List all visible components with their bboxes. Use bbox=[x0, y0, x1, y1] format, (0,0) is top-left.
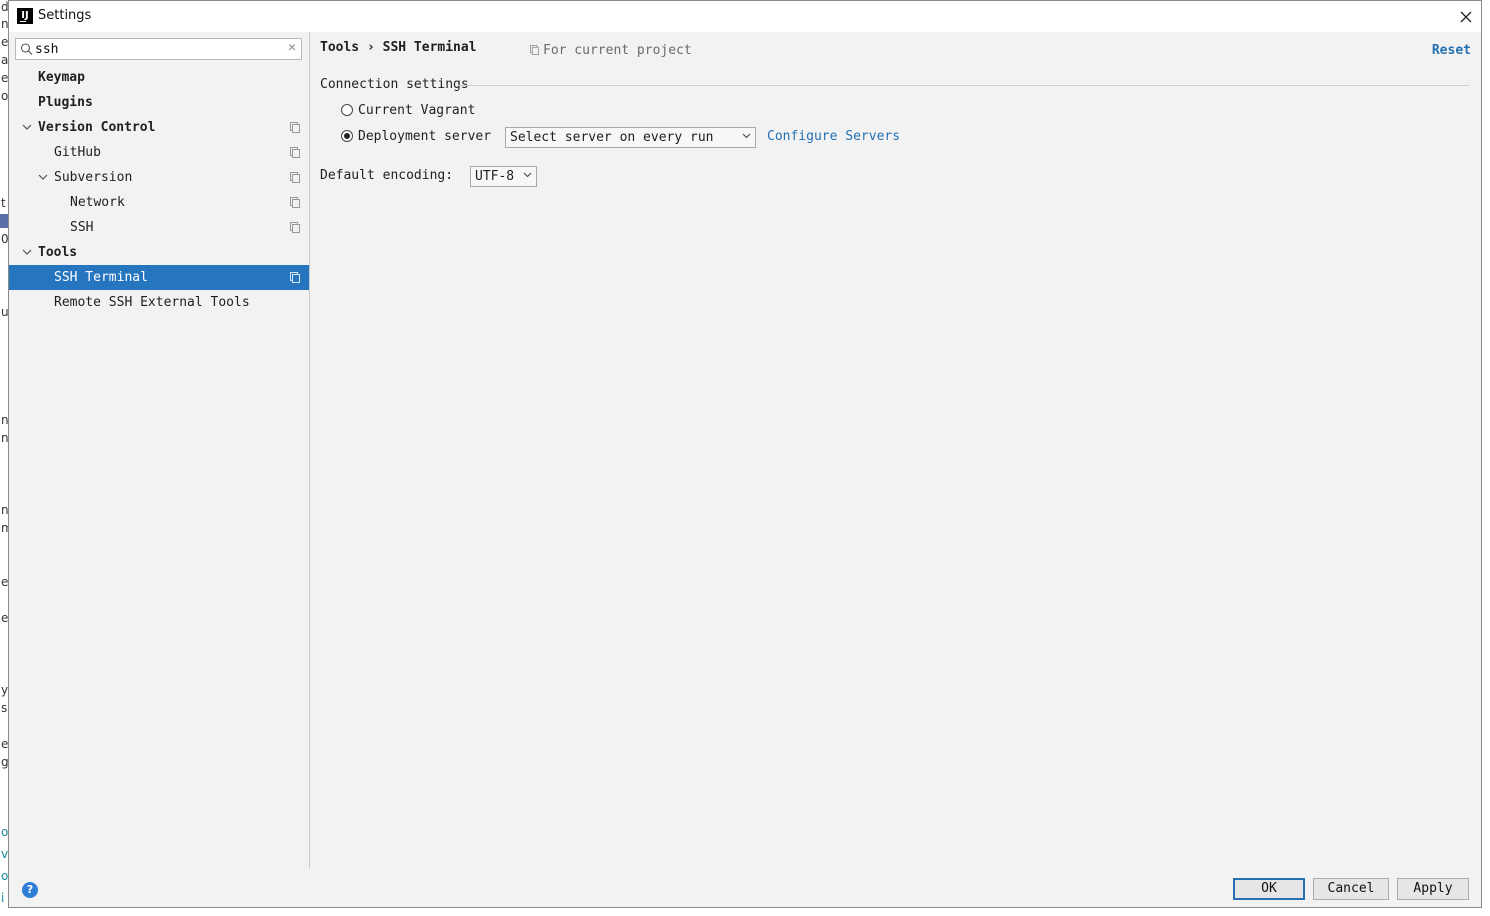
bg-char: g bbox=[1, 755, 8, 769]
dialog-footer: ? OK Cancel Apply bbox=[9, 868, 1481, 907]
bg-char: s bbox=[1, 701, 8, 715]
tree-item-label: SSH Terminal bbox=[54, 270, 148, 285]
tree-item-label: Tools bbox=[38, 245, 78, 260]
tree-item-tools[interactable]: Tools bbox=[9, 240, 309, 265]
server-select-value: Select server on every run bbox=[510, 130, 714, 145]
cancel-button[interactable]: Cancel bbox=[1313, 878, 1389, 900]
bg-char: i bbox=[1, 891, 5, 905]
bg-char: n bbox=[1, 503, 8, 517]
tree-item-label: SSH bbox=[70, 220, 94, 235]
bg-char: e bbox=[1, 71, 8, 85]
bg-highlight bbox=[0, 214, 8, 228]
page-breadcrumb: Tools › SSH Terminal bbox=[320, 40, 477, 55]
radio-label: Deployment server bbox=[358, 129, 492, 144]
tree-item-subversion[interactable]: Subversion bbox=[9, 165, 309, 190]
tree-item-label: Subversion bbox=[54, 170, 133, 185]
close-button[interactable] bbox=[1451, 1, 1481, 32]
project-scope-icon bbox=[290, 122, 300, 133]
bg-char: v bbox=[1, 847, 8, 861]
bg-char: t bbox=[1, 196, 6, 210]
window-title: Settings bbox=[38, 8, 92, 23]
reset-link[interactable]: Reset bbox=[1432, 43, 1471, 58]
scope-label: For current project bbox=[543, 43, 692, 58]
tree-item-remote-ssh-external-tools[interactable]: Remote SSH External Tools bbox=[9, 290, 309, 315]
connection-settings-title: Connection settings bbox=[320, 77, 469, 92]
tree-item-label: Keymap bbox=[38, 70, 85, 85]
bg-char: y bbox=[1, 683, 8, 697]
chevron-down-icon bbox=[523, 172, 532, 178]
title-bar: IJ Settings bbox=[9, 1, 1481, 32]
bg-char: a bbox=[1, 53, 8, 67]
apply-button[interactable]: Apply bbox=[1397, 878, 1469, 900]
scope-indicator: For current project bbox=[530, 43, 692, 58]
bg-char: d bbox=[1, 0, 8, 14]
tree-item-keymap[interactable]: Keymap bbox=[9, 65, 309, 90]
radio-label: Current Vagrant bbox=[358, 103, 476, 118]
bg-char: m bbox=[1, 521, 8, 535]
project-scope-icon bbox=[290, 272, 300, 283]
search-input[interactable] bbox=[35, 40, 275, 58]
tree-item-label: Network bbox=[70, 195, 125, 210]
intellij-app-icon: IJ bbox=[17, 8, 33, 24]
section-divider bbox=[458, 85, 1469, 86]
tree-item-label: GitHub bbox=[54, 145, 101, 160]
chevron-down-icon[interactable] bbox=[37, 165, 49, 190]
chevron-down-icon[interactable] bbox=[21, 115, 33, 140]
close-icon bbox=[1460, 11, 1472, 23]
tree-item-ssh[interactable]: SSH bbox=[9, 215, 309, 240]
tree-item-label: Plugins bbox=[38, 95, 93, 110]
bg-char: e bbox=[1, 575, 8, 589]
settings-dialog: IJ Settings ✕ Keymap Plugins Version Con… bbox=[8, 0, 1482, 908]
help-icon[interactable]: ? bbox=[22, 882, 38, 898]
project-scope-icon bbox=[290, 222, 300, 233]
settings-tree-panel: ✕ Keymap Plugins Version Control GitHub … bbox=[9, 32, 310, 868]
bg-char: e bbox=[1, 737, 8, 751]
ok-button[interactable]: OK bbox=[1233, 878, 1305, 900]
bg-char: e bbox=[1, 35, 8, 49]
project-scope-icon bbox=[290, 172, 300, 183]
tree-item-plugins[interactable]: Plugins bbox=[9, 90, 309, 115]
search-field[interactable]: ✕ bbox=[15, 38, 302, 60]
tree-item-label: Remote SSH External Tools bbox=[54, 295, 250, 310]
encoding-value: UTF-8 bbox=[475, 169, 515, 184]
configure-servers-link[interactable]: Configure Servers bbox=[767, 129, 900, 144]
background-editor-strip: d n e a e o t 0 u n n n m e e y s e g o … bbox=[0, 0, 8, 916]
bg-char: o bbox=[1, 825, 8, 839]
chevron-down-icon bbox=[742, 133, 751, 139]
encoding-select-dropdown[interactable]: UTF-8 bbox=[470, 166, 537, 187]
project-scope-icon bbox=[290, 147, 300, 158]
radio-button[interactable] bbox=[341, 130, 353, 142]
radio-button[interactable] bbox=[341, 104, 353, 116]
tree-item-github[interactable]: GitHub bbox=[9, 140, 309, 165]
tree-item-version-control[interactable]: Version Control bbox=[9, 115, 309, 140]
chevron-down-icon[interactable] bbox=[21, 240, 33, 265]
server-select-dropdown[interactable]: Select server on every run bbox=[505, 127, 756, 148]
settings-content-panel: Tools › SSH Terminal For current project… bbox=[310, 32, 1481, 868]
encoding-label: Default encoding: bbox=[320, 168, 454, 183]
bg-char: u bbox=[1, 305, 8, 319]
project-scope-icon bbox=[530, 45, 539, 55]
bg-char: n bbox=[1, 431, 8, 445]
bg-char: o bbox=[1, 869, 8, 883]
bg-char: 0 bbox=[1, 232, 8, 246]
clear-search-icon[interactable]: ✕ bbox=[288, 40, 296, 55]
project-scope-icon bbox=[290, 197, 300, 208]
tree-item-label: Version Control bbox=[38, 120, 156, 135]
tree-item-ssh-terminal[interactable]: SSH Terminal bbox=[9, 265, 309, 290]
search-icon bbox=[20, 43, 33, 55]
bg-char: n bbox=[1, 17, 8, 31]
bg-char: o bbox=[1, 89, 8, 103]
bg-char: e bbox=[1, 611, 8, 625]
tree-item-network[interactable]: Network bbox=[9, 190, 309, 215]
bg-char: n bbox=[1, 413, 8, 427]
